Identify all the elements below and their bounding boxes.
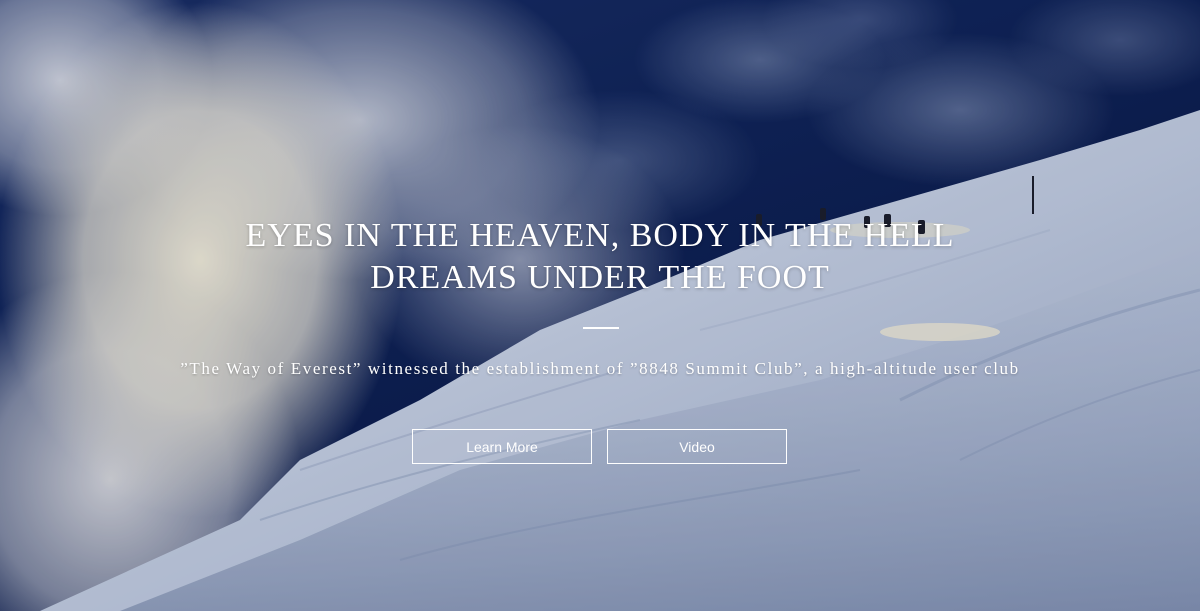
video-button[interactable]: Video [607, 429, 787, 464]
learn-more-button[interactable]: Learn More [412, 429, 592, 464]
hero-banner: EYES IN THE HEAVEN, BODY IN THE HELL DRE… [0, 0, 1200, 611]
hero-content: EYES IN THE HEAVEN, BODY IN THE HELL DRE… [0, 0, 1200, 611]
headline-line-2: DREAMS UNDER THE FOOT [370, 259, 830, 296]
headline-line-1: EYES IN THE HEAVEN, BODY IN THE HELL [245, 217, 955, 254]
hero-subtitle: ”The Way of Everest” witnessed the estab… [180, 359, 1020, 378]
title-divider [583, 327, 619, 329]
